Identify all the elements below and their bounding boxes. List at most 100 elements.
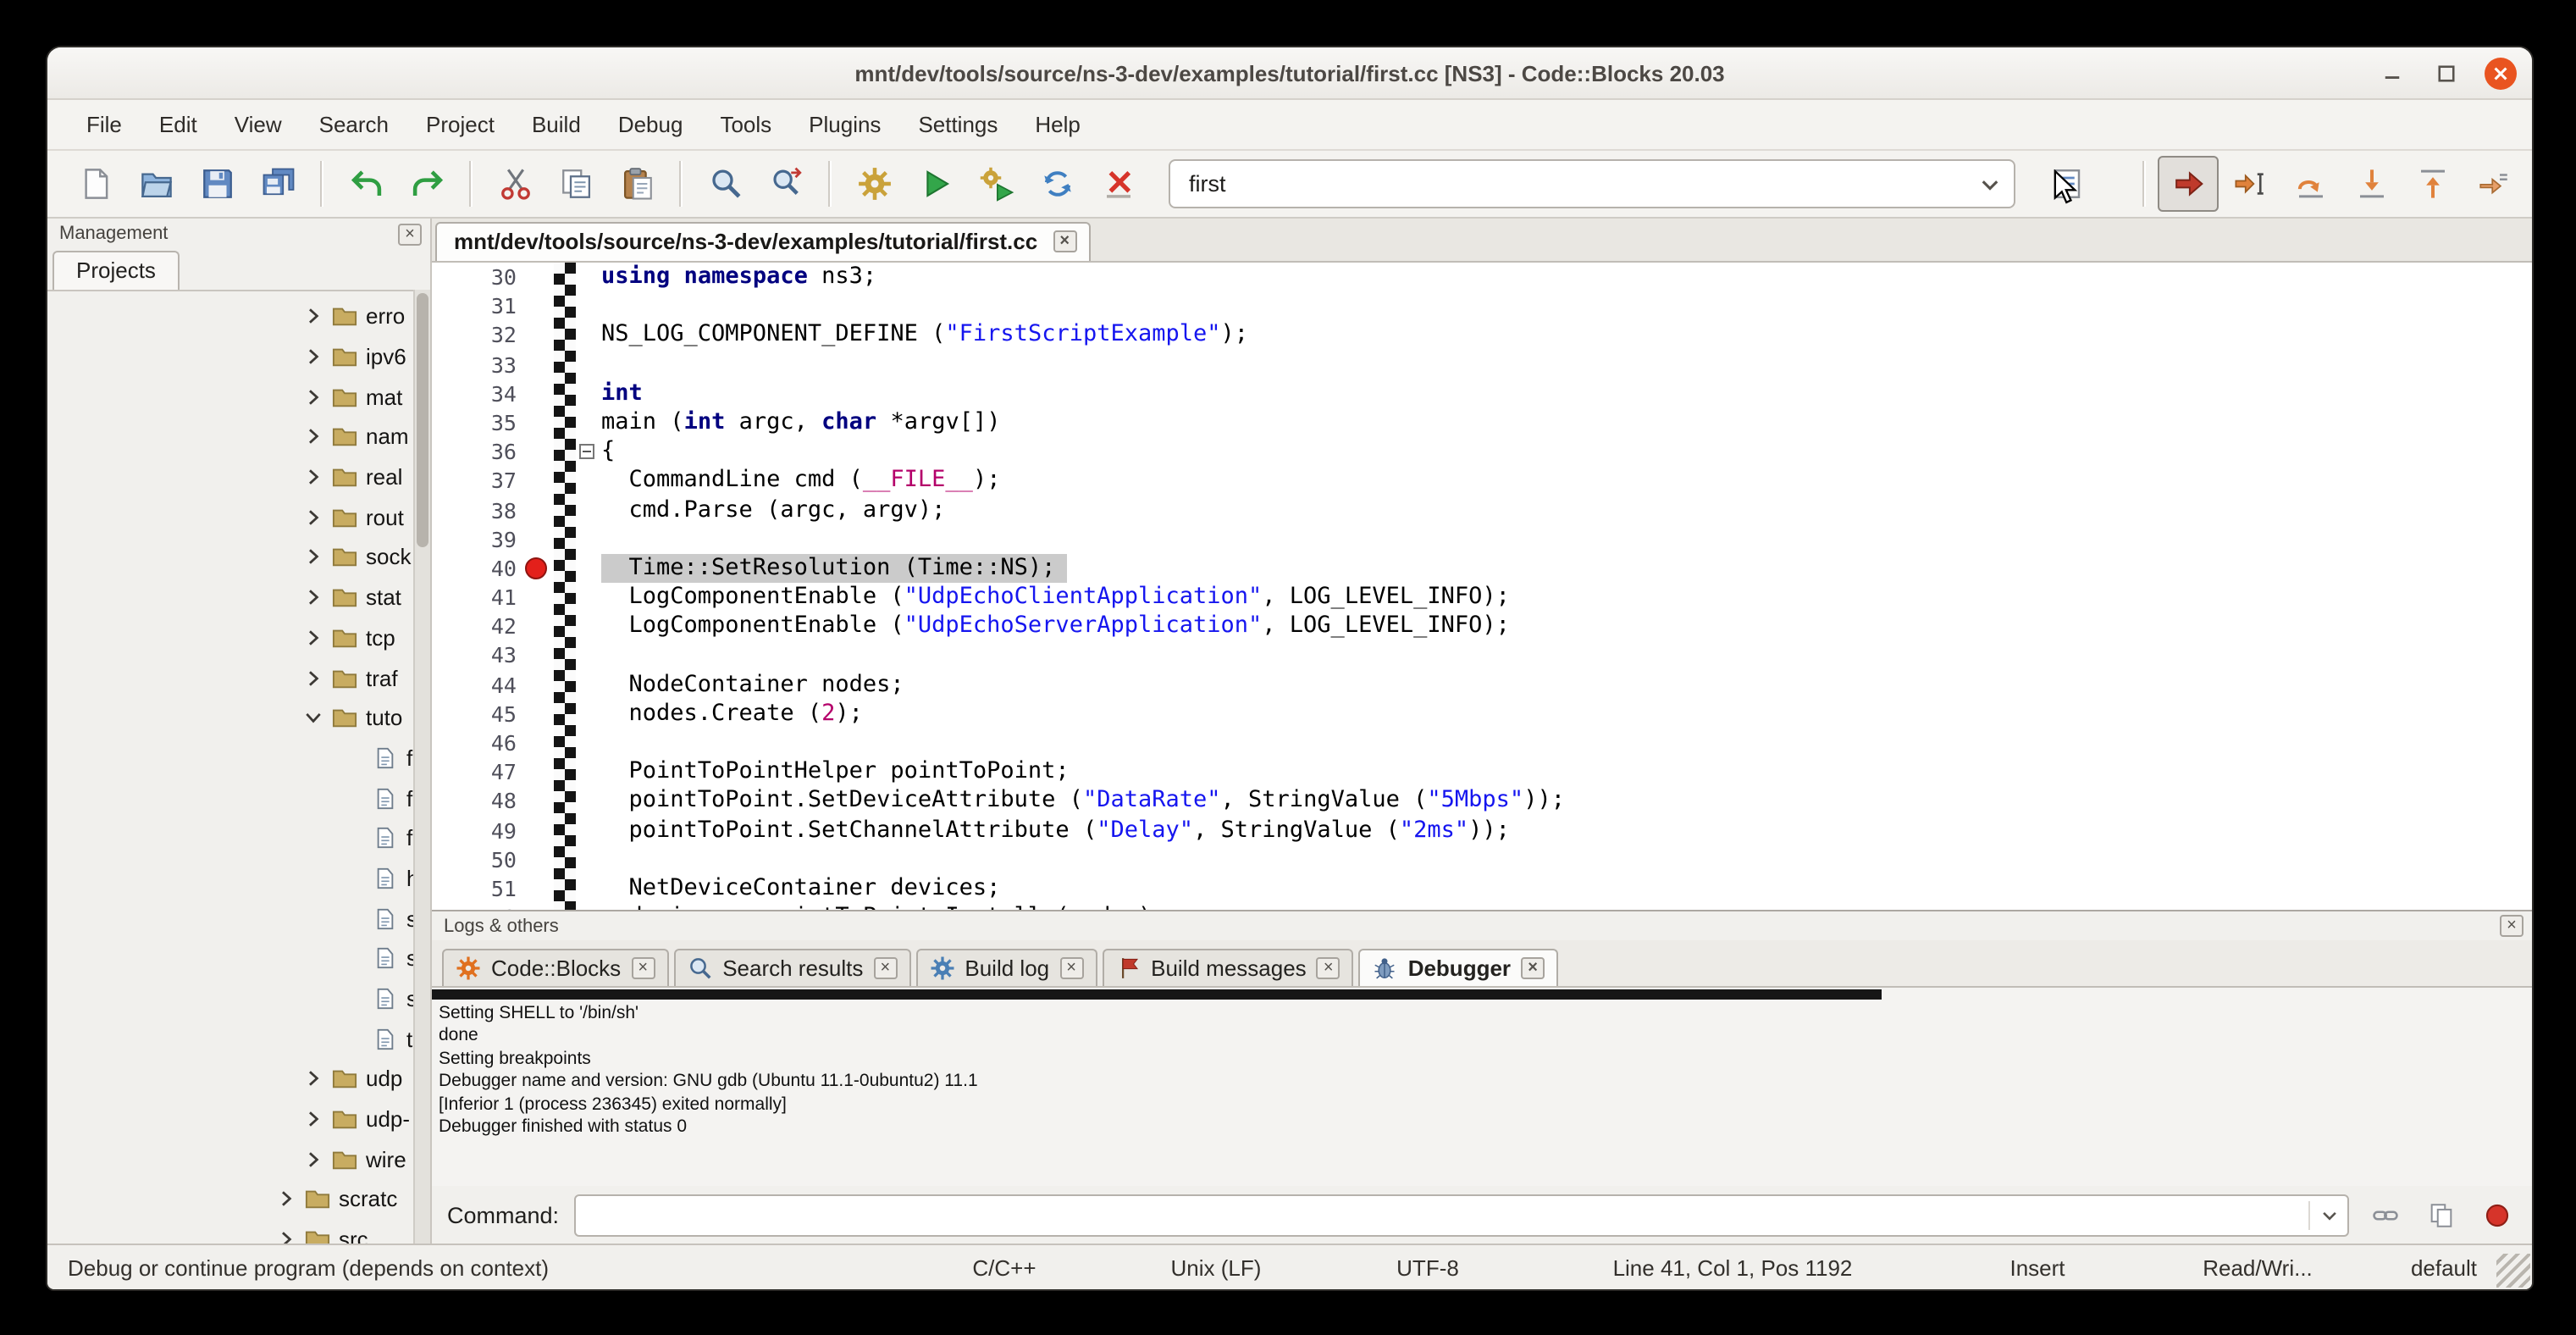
code-area[interactable]: 30using namespace ns3;3132NS_LOG_COMPONE… xyxy=(432,263,2532,910)
minimize-button[interactable] xyxy=(2376,57,2408,89)
menu-item-debug[interactable]: Debug xyxy=(600,103,702,146)
menu-item-view[interactable]: View xyxy=(216,103,301,146)
code-line-40[interactable]: 40 Time::SetResolution (Time::NS); xyxy=(432,554,2532,583)
log-tab-debugger[interactable]: Debugger× xyxy=(1359,949,1558,986)
code-line-31[interactable]: 31 xyxy=(432,291,2532,320)
replace-button[interactable] xyxy=(755,156,816,212)
log-tab-close-icon[interactable]: × xyxy=(1521,957,1545,979)
tree-item-nam[interactable]: nam xyxy=(47,417,430,457)
code-line-37[interactable]: 37 CommandLine cmd (__FILE__); xyxy=(432,467,2532,496)
menu-item-tools[interactable]: Tools xyxy=(701,103,790,146)
run-button[interactable] xyxy=(904,156,965,212)
tree-expander-icon[interactable] xyxy=(305,668,329,688)
tree-item-tuto[interactable]: tuto xyxy=(47,698,430,738)
tree-item-udp-[interactable]: udp- xyxy=(47,1100,430,1139)
attach-button[interactable] xyxy=(2364,1196,2405,1233)
menu-item-file[interactable]: File xyxy=(68,103,141,146)
command-input[interactable] xyxy=(574,1194,2349,1236)
new-file-button[interactable] xyxy=(64,156,125,212)
build-button[interactable] xyxy=(843,156,904,212)
editor-tab-close-icon[interactable]: × xyxy=(1053,230,1076,252)
tree-expander-icon[interactable] xyxy=(305,346,329,367)
code-line-38[interactable]: 38 cmd.Parse (argc, argv); xyxy=(432,496,2532,524)
cut-button[interactable] xyxy=(484,156,545,212)
tree-item-se[interactable]: se xyxy=(47,939,430,978)
log-tab-close-icon[interactable]: × xyxy=(1059,957,1083,979)
code-line-52[interactable]: 52 devices = pointToPoint.Install (nodes… xyxy=(432,903,2532,910)
symbols-window-button[interactable] xyxy=(2036,156,2097,212)
tree-expander-icon[interactable] xyxy=(305,587,329,607)
code-line-46[interactable]: 46 xyxy=(432,728,2532,757)
code-line-42[interactable]: 42 LogComponentEnable ("UdpEchoServerApp… xyxy=(432,612,2532,641)
line-number[interactable]: 44 xyxy=(432,670,517,699)
menu-item-plugins[interactable]: Plugins xyxy=(790,103,899,146)
menu-item-settings[interactable]: Settings xyxy=(899,103,1016,146)
tree-expander-icon[interactable] xyxy=(305,1149,329,1170)
log-tab-close-icon[interactable]: × xyxy=(1317,957,1341,979)
tree-item-six[interactable]: six xyxy=(47,978,430,1018)
management-scrollbar[interactable] xyxy=(413,290,430,1244)
tree-expander-icon[interactable] xyxy=(305,707,329,728)
line-number[interactable]: 34 xyxy=(432,379,517,408)
tree-item-real[interactable]: real xyxy=(47,457,430,497)
code-line-45[interactable]: 45 nodes.Create (2); xyxy=(432,700,2532,728)
breakpoint-icon[interactable] xyxy=(525,557,547,579)
line-number[interactable]: 42 xyxy=(432,612,517,641)
log-tab-build-log[interactable]: Build log× xyxy=(915,949,1097,986)
undo-button[interactable] xyxy=(335,156,396,212)
tree-item-traf[interactable]: traf xyxy=(47,657,430,697)
code-line-36[interactable]: 36{ xyxy=(432,437,2532,466)
save-file-button[interactable] xyxy=(186,156,247,212)
open-file-button[interactable] xyxy=(125,156,186,212)
tree-expander-icon[interactable] xyxy=(305,1069,329,1089)
line-number[interactable]: 35 xyxy=(432,408,517,437)
code-line-44[interactable]: 44 NodeContainer nodes; xyxy=(432,670,2532,699)
tree-item-sock[interactable]: sock xyxy=(47,537,430,577)
scrollbar-thumb[interactable] xyxy=(417,293,428,547)
line-number[interactable]: 32 xyxy=(432,321,517,350)
log-tab-search-results[interactable]: Search results× xyxy=(673,949,910,986)
code-line-35[interactable]: 35main (int argc, char *argv[]) xyxy=(432,408,2532,437)
line-number[interactable]: 43 xyxy=(432,641,517,670)
rebuild-button[interactable] xyxy=(1026,156,1087,212)
command-dropdown-chevron-icon[interactable] xyxy=(2308,1200,2347,1229)
tree-item-rout[interactable]: rout xyxy=(47,497,430,537)
find-button[interactable] xyxy=(694,156,755,212)
code-line-30[interactable]: 30using namespace ns3; xyxy=(432,263,2532,291)
line-number[interactable]: 49 xyxy=(432,816,517,845)
abort-build-button[interactable] xyxy=(1087,156,1148,212)
code-line-51[interactable]: 51 NetDeviceContainer devices; xyxy=(432,874,2532,903)
code-line-49[interactable]: 49 pointToPoint.SetChannelAttribute ("De… xyxy=(432,816,2532,845)
code-line-39[interactable]: 39 xyxy=(432,524,2532,553)
line-number[interactable]: 51 xyxy=(432,874,517,903)
tree-item-th[interactable]: th xyxy=(47,1019,430,1059)
tree-item-src[interactable]: src xyxy=(47,1220,430,1244)
tree-expander-icon[interactable] xyxy=(305,628,329,648)
line-number[interactable]: 38 xyxy=(432,496,517,524)
maximize-button[interactable] xyxy=(2430,57,2463,89)
stop-debugger-button[interactable] xyxy=(2476,1196,2517,1233)
toolbar-overflow-button[interactable] xyxy=(2523,156,2534,212)
build-target-combobox[interactable]: first xyxy=(1169,159,2015,208)
line-number[interactable]: 50 xyxy=(432,845,517,874)
log-tab-close-icon[interactable]: × xyxy=(873,957,897,979)
debugger-log[interactable]: Setting SHELL to '/bin/sh'doneSetting br… xyxy=(432,988,2532,1186)
code-line-50[interactable]: 50 xyxy=(432,845,2532,874)
step-out-button[interactable] xyxy=(2402,156,2463,212)
code-line-47[interactable]: 47 PointToPointHelper pointToPoint; xyxy=(432,757,2532,786)
tree-item-tcp[interactable]: tcp xyxy=(47,618,430,657)
line-number[interactable]: 33 xyxy=(432,350,517,379)
log-tab-code-blocks[interactable]: Code::Blocks× xyxy=(442,949,668,986)
tree-item-mat[interactable]: mat xyxy=(47,377,430,417)
code-line-34[interactable]: 34int xyxy=(432,379,2532,408)
tree-expander-icon[interactable] xyxy=(305,427,329,447)
combo-chevron-icon[interactable] xyxy=(1975,169,2005,199)
management-close-icon[interactable]: × xyxy=(398,223,422,245)
tree-expander-icon[interactable] xyxy=(305,467,329,487)
tree-item-fir[interactable]: fir xyxy=(47,778,430,818)
line-number[interactable]: 39 xyxy=(432,524,517,553)
tree-item-erro[interactable]: erro xyxy=(47,296,430,336)
tree-expander-icon[interactable] xyxy=(305,386,329,407)
tree-expander-icon[interactable] xyxy=(305,307,329,327)
menu-item-project[interactable]: Project xyxy=(407,103,513,146)
